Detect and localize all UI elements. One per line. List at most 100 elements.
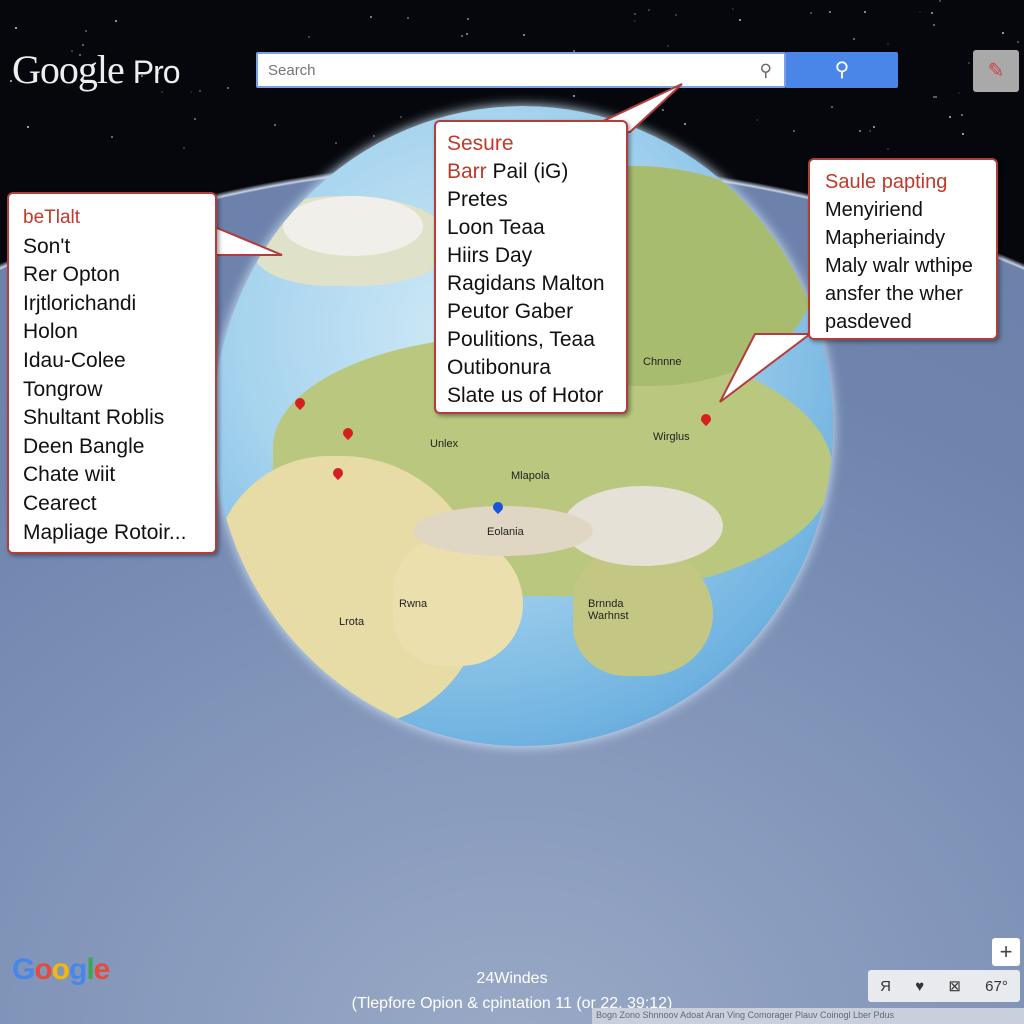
star xyxy=(370,16,372,18)
star xyxy=(864,11,866,13)
callout-tail xyxy=(210,215,290,275)
map-label: Rwna xyxy=(399,598,427,610)
map-label: Unlex xyxy=(430,438,458,450)
star xyxy=(190,91,192,93)
callout-item[interactable]: Loon Teaa xyxy=(447,214,615,242)
star xyxy=(793,130,795,132)
star xyxy=(962,133,964,135)
search-button[interactable]: ⚲ xyxy=(786,52,898,88)
star xyxy=(935,96,937,98)
callout-right: Saule papting Menyiriend Mapheriaindy Ma… xyxy=(808,158,998,340)
callout-item[interactable]: ansfer the wher xyxy=(825,280,981,308)
map-label: Eolania xyxy=(487,526,524,538)
callout-subtitle: Pail (iG) xyxy=(493,160,569,183)
callout-item[interactable]: Tongrow xyxy=(23,376,201,405)
callout-item[interactable]: Peutor Gaber xyxy=(447,298,615,326)
ruler-icon[interactable]: ✎ xyxy=(973,50,1019,92)
star xyxy=(407,17,409,19)
callout-item[interactable]: Maly walr wthipe xyxy=(825,252,981,280)
star xyxy=(939,0,941,2)
compass-icon[interactable]: ♥ xyxy=(915,978,924,995)
star xyxy=(523,34,525,36)
map-label: Mlapola xyxy=(511,470,550,482)
ice-cap xyxy=(283,196,423,256)
layer-icon[interactable]: ⊠ xyxy=(948,977,961,995)
callout-item[interactable]: Idau-Colee xyxy=(23,347,201,376)
star xyxy=(335,142,337,144)
star xyxy=(756,119,758,121)
magnifier-icon: ⚲ xyxy=(760,61,772,81)
callout-subtitle-red: Barr xyxy=(447,160,487,183)
callout-item[interactable]: Hiirs Day xyxy=(447,242,615,270)
temperature-readout: 67° xyxy=(985,978,1008,995)
star xyxy=(732,8,734,10)
star xyxy=(831,106,833,108)
map-label: Brnnda Warhnst xyxy=(588,598,658,622)
star xyxy=(887,43,889,45)
callout-item[interactable]: Poulitions, Teaa xyxy=(447,326,615,354)
star xyxy=(461,35,463,37)
callout-item[interactable]: Cearect xyxy=(23,490,201,519)
callout-item[interactable]: Irjtlorichandi xyxy=(23,290,201,319)
callout-title: Saule papting xyxy=(825,168,981,196)
callout-item[interactable]: Pretes xyxy=(447,186,615,214)
callout-item[interactable]: Mapliage Rotoir... xyxy=(23,519,201,548)
star xyxy=(308,36,310,38)
star xyxy=(85,30,87,32)
tilt-icon[interactable]: Я xyxy=(880,978,891,995)
star xyxy=(958,92,960,94)
view-controls: Я ♥ ⊠ 67° xyxy=(868,970,1020,1002)
star xyxy=(859,130,861,132)
star xyxy=(919,11,921,13)
zoom-in-button[interactable]: + xyxy=(992,938,1020,966)
star xyxy=(739,19,741,21)
star xyxy=(873,126,875,128)
callout-item[interactable]: Mapheriaindy xyxy=(825,224,981,252)
star xyxy=(829,11,831,13)
map-label: Chnnne xyxy=(643,356,682,368)
app-logo: Google Pro xyxy=(12,46,180,93)
callout-item[interactable]: Outibonura xyxy=(447,354,615,382)
star xyxy=(648,9,650,11)
star xyxy=(968,62,970,64)
callout-left: beTlalt Son't Rer Opton Irjtlorichandi H… xyxy=(7,192,217,554)
star xyxy=(634,20,636,22)
star xyxy=(27,126,29,128)
star xyxy=(373,135,375,137)
search-box[interactable]: ⚲ xyxy=(256,52,786,88)
star xyxy=(194,118,196,120)
callout-item[interactable]: Menyiriend xyxy=(825,196,981,224)
star xyxy=(810,12,812,14)
star xyxy=(466,33,468,35)
callout-title: beTlalt xyxy=(23,204,201,233)
callout-tail xyxy=(715,330,815,410)
star xyxy=(961,114,963,116)
star xyxy=(933,24,935,26)
map-label: Lrota xyxy=(339,616,364,628)
callout-item[interactable]: Deen Bangle xyxy=(23,433,201,462)
callout-item[interactable]: Shultant Roblis xyxy=(23,404,201,433)
callout-item[interactable]: Holon xyxy=(23,318,201,347)
star xyxy=(880,38,882,40)
callout-item[interactable]: Slate us of Hotor xyxy=(447,382,615,410)
star xyxy=(949,116,951,118)
star xyxy=(274,124,276,126)
star xyxy=(821,17,823,19)
attribution-footer: Bogn Zono Shnnoov Adoat Aran Ving Comora… xyxy=(592,1008,1024,1024)
callout-item[interactable]: Rer Opton xyxy=(23,261,201,290)
star xyxy=(667,45,669,47)
star xyxy=(995,134,997,136)
callout-item[interactable]: Son't xyxy=(23,233,201,262)
star xyxy=(853,38,855,40)
star xyxy=(467,18,469,20)
star xyxy=(15,27,17,29)
callout-item[interactable]: pasdeved xyxy=(825,308,981,336)
callout-center: Sesure Barr Pail (iG) Pretes Loon Teaa H… xyxy=(434,120,628,414)
callout-item[interactable]: Chate wiit xyxy=(23,461,201,490)
star xyxy=(675,14,677,16)
map-label: Wirglus xyxy=(653,431,690,443)
callout-item[interactable]: Ragidans Malton xyxy=(447,270,615,298)
star xyxy=(1017,41,1019,43)
star xyxy=(183,147,185,149)
star xyxy=(227,87,229,89)
